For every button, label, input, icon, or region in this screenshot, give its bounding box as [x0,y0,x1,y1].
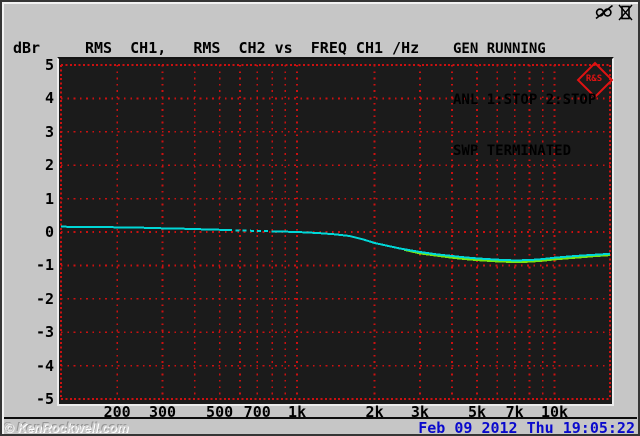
y-axis-tick-label: -1 [35,256,54,275]
y-axis-tick-label: 0 [44,223,54,241]
y-axis-tick-label: 3 [44,122,54,141]
datetime-display: Feb 09 2012 Thu 19:05:22 [418,419,635,436]
status-panel: GEN RUNNING ANL 1:STOP 2:STOP SWP TERMIN… [453,7,596,194]
y-axis-tick-label: -4 [35,356,54,375]
y-axis-tick-label: -3 [35,323,54,342]
speaker-muted-icon [595,4,614,21]
status-icon-group [595,4,633,21]
status-generator: GEN RUNNING [453,41,546,57]
analyzer-screen: GEN RUNNING ANL 1:STOP 2:STOP SWP TERMIN… [0,0,640,436]
y-axis-tick-label: 5 [44,56,54,74]
monitor-muted-icon [618,4,633,21]
y-axis-tick-label: -5 [35,390,54,408]
watermark-text: © KenRockwell.com [4,420,129,435]
trace-title: RMS CH1, RMS CH2 vs FREQ CH1 /Hz [85,39,420,57]
y-axis-unit-label: dBr [13,39,41,57]
y-axis-tick-label: 4 [44,89,54,108]
y-axis-tick-label: -2 [35,289,54,308]
status-sweep: SWP TERMINATED [453,143,572,159]
y-axis-tick-label: 1 [44,189,54,208]
status-analyzer: ANL 1:STOP 2:STOP [453,92,597,108]
y-axis-tick-label: 2 [44,156,54,175]
